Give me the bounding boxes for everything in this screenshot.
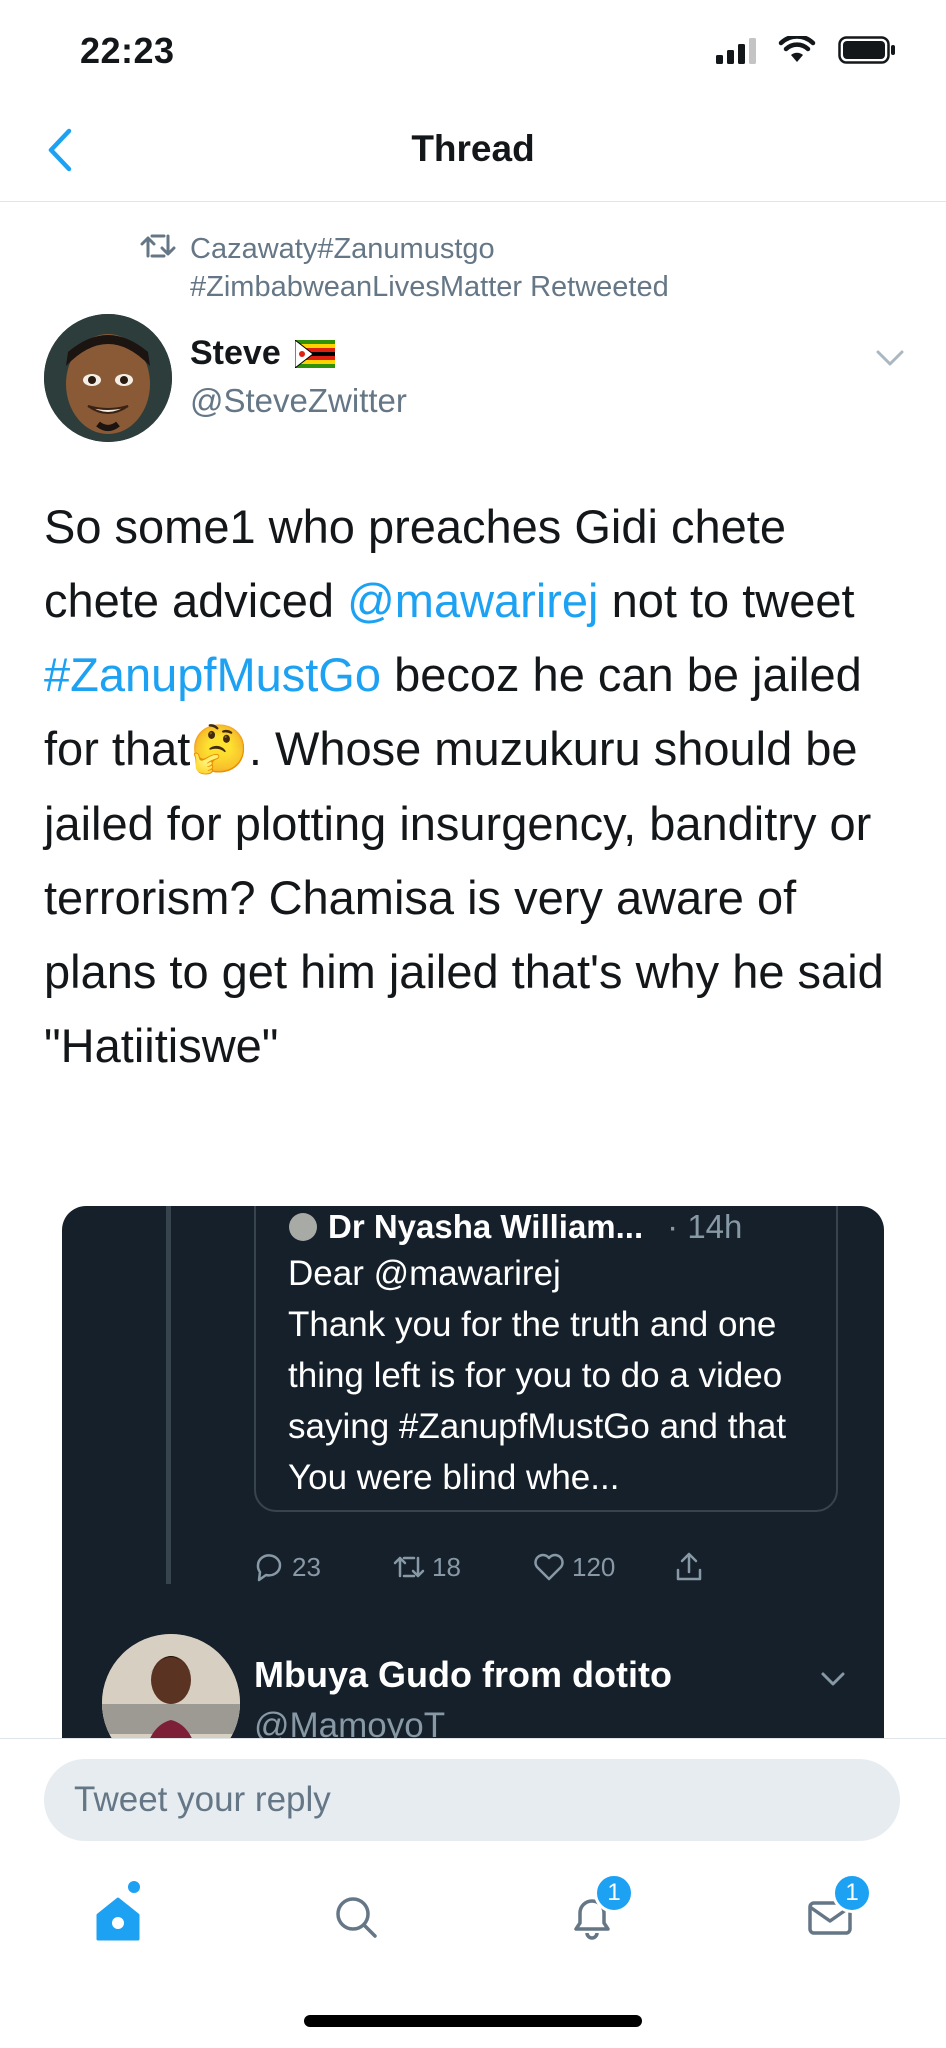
- tab-messages[interactable]: 1: [790, 1873, 872, 1957]
- cellular-signal-icon: [716, 38, 756, 64]
- quoted-tweet-header: Dr Nyasha William... · 14h: [288, 1208, 742, 1246]
- thinking-face-emoji: 🤔: [190, 722, 249, 777]
- retweet-icon: [140, 234, 176, 258]
- avatar-image: [44, 314, 172, 442]
- retweet-count: 18: [432, 1551, 461, 1582]
- reply-box[interactable]: [44, 1759, 900, 1841]
- mention-link[interactable]: @mawarirej: [347, 574, 598, 627]
- embedded-like-count: 120: [532, 1550, 672, 1584]
- author-handle[interactable]: @SteveZwitter: [190, 382, 407, 420]
- status-bar: 22:23: [0, 0, 946, 100]
- embedded-reply-count: 23: [252, 1550, 392, 1584]
- status-icons: [716, 36, 896, 64]
- tab-bar: 1 1: [0, 1867, 946, 1977]
- tweet-text-part: not to tweet: [598, 574, 855, 627]
- hashtag-link[interactable]: #ZanupfMustGo: [44, 648, 381, 701]
- reply-icon: [256, 1554, 282, 1582]
- chevron-down-icon: [821, 1672, 845, 1686]
- quoted-avatar-icon: [289, 1213, 317, 1241]
- messages-badge: 1: [832, 1873, 872, 1913]
- battery-icon: [838, 36, 895, 64]
- nav-header: Thread: [0, 100, 946, 202]
- reply-author-name: Mbuya Gudo from dotito: [254, 1654, 672, 1695]
- quoted-author: Dr Nyasha William...: [328, 1208, 644, 1245]
- status-time: 22:23: [80, 30, 175, 71]
- author-name[interactable]: Steve: [190, 334, 335, 373]
- tab-search[interactable]: [316, 1877, 396, 1957]
- quoted-time: · 14h: [667, 1208, 743, 1245]
- wifi-icon: [778, 36, 816, 62]
- home-icon: [96, 1897, 140, 1941]
- tab-notifications[interactable]: 1: [552, 1873, 634, 1957]
- author-name-text: Steve: [190, 334, 281, 372]
- author-avatar[interactable]: [44, 314, 172, 442]
- share-icon: [676, 1552, 702, 1581]
- quoted-text: Dear @mawarirej Thank you for the truth …: [288, 1254, 787, 1497]
- notifications-badge: 1: [594, 1873, 634, 1913]
- reply-count: 23: [292, 1551, 321, 1582]
- search-icon: [336, 1897, 377, 1938]
- retweet-icon: [393, 1556, 425, 1578]
- bottom-bar: 1 1: [0, 1738, 946, 2048]
- chevron-down-icon[interactable]: [870, 338, 910, 378]
- home-new-dot: [128, 1881, 140, 1893]
- home-indicator: [304, 2015, 642, 2027]
- retweet-context-text: Cazawaty#Zanumustgo #ZimbabweanLivesMatt…: [190, 233, 669, 303]
- zimbabwe-flag-icon: [294, 339, 335, 368]
- tweet-text: So some1 who preaches Gidi chete chete a…: [44, 490, 904, 1083]
- embedded-actions: 23 18 120: [252, 1550, 812, 1584]
- heart-icon: [534, 1553, 564, 1581]
- reply-input[interactable]: [74, 1759, 864, 1841]
- tweet-image[interactable]: Dr Nyasha William... · 14h Dear @mawarir…: [62, 1206, 884, 1806]
- like-count: 120: [572, 1551, 616, 1582]
- retweet-context[interactable]: Cazawaty#Zanumustgo #ZimbabweanLivesMatt…: [140, 230, 810, 306]
- embedded-retweet-count: 18: [392, 1550, 532, 1584]
- page-title: Thread: [411, 128, 535, 169]
- embedded-share: [672, 1550, 812, 1584]
- thread-line: [166, 1206, 171, 1584]
- tab-home[interactable]: [78, 1877, 158, 1957]
- quoted-tweet: Dr Nyasha William... · 14h Dear @mawarir…: [254, 1206, 838, 1512]
